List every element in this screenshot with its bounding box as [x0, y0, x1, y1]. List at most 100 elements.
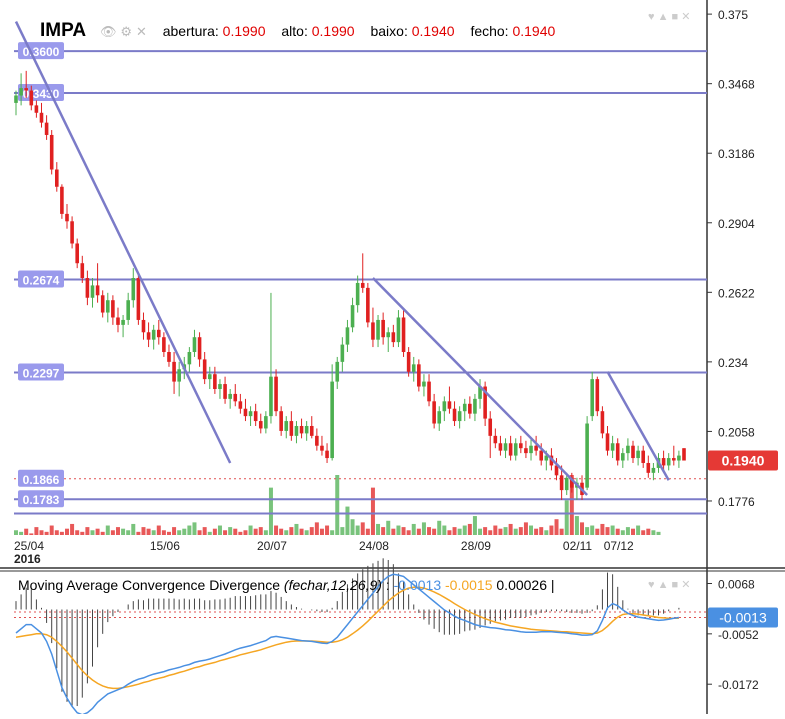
- minimize-icon[interactable]: ■: [672, 11, 679, 23]
- candle-body: [172, 361, 176, 382]
- volume-bar: [610, 525, 615, 535]
- volume-bar: [600, 523, 605, 535]
- volume-bar: [656, 531, 661, 535]
- volume-bar: [401, 527, 406, 535]
- candle-body: [406, 352, 411, 372]
- y-tick-label: 0.2904: [718, 217, 755, 231]
- volume-bar: [493, 525, 498, 535]
- volume-bar: [80, 531, 85, 535]
- volume-bar: [651, 530, 656, 535]
- x-tick-label: 20/07: [257, 539, 287, 553]
- symbol-label: IMPA: [40, 20, 87, 41]
- candle-body: [432, 401, 436, 424]
- settings-icon[interactable]: ⚙: [120, 24, 132, 39]
- volume-bar: [126, 530, 131, 535]
- volume-bar: [370, 487, 375, 535]
- candle-body: [39, 112, 44, 123]
- candle-body: [309, 425, 314, 436]
- level-label: 0.1866: [23, 473, 60, 487]
- macd-favorite-icon[interactable]: ♥: [648, 579, 655, 591]
- volume-bar: [319, 528, 324, 535]
- y-tick-label: 0.234: [718, 356, 748, 370]
- volume-bar: [274, 525, 279, 535]
- candle-body: [269, 376, 273, 417]
- favorite-icon[interactable]: ♥: [648, 11, 655, 23]
- volume-bar: [513, 528, 518, 535]
- candle-body: [264, 416, 268, 429]
- volume-bar: [503, 527, 508, 535]
- volume-bar: [146, 528, 151, 535]
- candle-body: [192, 337, 197, 353]
- volume-bar: [625, 527, 630, 535]
- level-label: 0.1783: [23, 493, 60, 507]
- x-year-label: 2016: [14, 552, 41, 566]
- candle-body: [223, 384, 227, 399]
- candle-body: [371, 322, 375, 340]
- volume-bar: [472, 516, 477, 535]
- candle-body: [595, 379, 600, 412]
- volume-bar: [172, 527, 177, 535]
- ohlc-header: IMPA 👁 ⚙ ✕ abertura: 0.1990 alto: 0.1990…: [40, 20, 555, 42]
- volume-bar: [223, 530, 228, 535]
- y-tick-label: 0.3186: [718, 147, 755, 161]
- candle-body: [360, 282, 365, 288]
- volume-bar: [381, 527, 386, 535]
- volume-bar: [177, 530, 182, 535]
- candle-body: [141, 319, 146, 333]
- candle-body: [396, 317, 401, 343]
- eye-icon[interactable]: 👁: [100, 24, 117, 39]
- candle-body: [136, 278, 141, 320]
- candle-body: [29, 90, 34, 106]
- volume-bar: [457, 528, 462, 535]
- volume-bar: [19, 531, 24, 535]
- candle-body: [315, 435, 319, 446]
- volume-bar: [187, 525, 192, 535]
- candle-body: [253, 411, 258, 422]
- volume-bar: [518, 527, 523, 535]
- candle-body: [534, 445, 538, 451]
- candle-body: [585, 423, 589, 488]
- candle-body: [651, 467, 656, 473]
- candle-body: [508, 443, 513, 456]
- volume-bar: [182, 528, 187, 535]
- candle-body: [80, 263, 85, 279]
- volume-bar: [166, 531, 171, 535]
- candle-body: [682, 448, 686, 461]
- candle-body: [105, 300, 110, 313]
- volume-bar: [121, 528, 126, 535]
- candle-body: [350, 305, 355, 328]
- candle-body: [539, 450, 544, 461]
- close-icon[interactable]: ✕: [136, 24, 147, 39]
- volume-bar: [416, 528, 421, 535]
- volume-bar: [564, 500, 569, 535]
- volume-bar: [258, 527, 263, 535]
- volume-bar: [110, 530, 115, 535]
- remove-icon[interactable]: ✕: [681, 11, 690, 23]
- volume-bar: [151, 530, 156, 535]
- candle-body: [213, 374, 217, 389]
- candle-body: [524, 448, 528, 454]
- candle-body: [631, 445, 635, 459]
- volume-bar: [396, 525, 401, 535]
- macd-move-up-icon[interactable]: ▲: [658, 579, 669, 591]
- candle-body: [24, 88, 28, 91]
- volume-bar: [432, 528, 437, 535]
- macd-remove-icon[interactable]: ✕: [681, 579, 690, 591]
- volume-bar: [641, 530, 646, 535]
- candle-body: [457, 411, 462, 422]
- candle-body: [60, 186, 64, 214]
- open-value: 0.1990: [222, 23, 266, 39]
- candle-body: [498, 443, 503, 451]
- move-up-icon[interactable]: ▲: [658, 11, 669, 23]
- volume-bar: [238, 531, 243, 535]
- y-tick-label: 0.375: [718, 8, 748, 22]
- candle-body: [437, 411, 442, 424]
- candle-body: [146, 332, 151, 340]
- candle-body: [131, 278, 136, 301]
- volume-bar: [59, 531, 64, 535]
- macd-minimize-icon[interactable]: ■: [672, 579, 679, 591]
- macd-y-tick-label: 0.0068: [718, 577, 755, 591]
- volume-bar: [544, 530, 549, 535]
- x-tick-label: 24/08: [359, 539, 389, 553]
- volume-bar: [636, 525, 641, 535]
